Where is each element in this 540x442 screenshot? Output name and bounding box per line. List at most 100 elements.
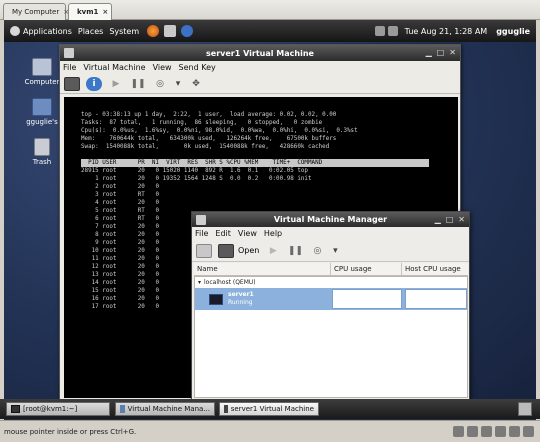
host-status-bar: mouse pointer inside or press Ctrl+G. xyxy=(0,420,540,442)
cdrom-icon[interactable] xyxy=(467,426,478,437)
dropdown-icon[interactable]: ▾ xyxy=(174,77,182,91)
open-vm-icon xyxy=(218,243,234,258)
guest-screen[interactable]: Applications Places System Tue Aug 21, 1… xyxy=(4,20,536,422)
desktop-icon-label: Trash xyxy=(32,158,52,166)
top-summary-line: Mem: 760644k total, 634300k used, 126264… xyxy=(81,136,337,142)
vm-manager-icon xyxy=(120,405,125,413)
maximize-icon[interactable]: □ xyxy=(446,215,454,224)
console-icon[interactable] xyxy=(64,76,80,91)
taskbar-label: [root@kvm1:~] xyxy=(23,405,78,413)
maximize-icon[interactable]: □ xyxy=(437,48,445,57)
window-menu-icon[interactable] xyxy=(64,48,74,58)
column-cpu-usage[interactable]: CPU usage xyxy=(331,263,402,275)
menu-view[interactable]: View xyxy=(153,63,172,72)
vm-list-header: Name CPU usage Host CPU usage xyxy=(194,263,468,276)
pause-icon[interactable]: ❚❚ xyxy=(287,244,303,258)
system-menu[interactable]: System xyxy=(109,27,139,36)
desktop-icon-label: gguglie's xyxy=(26,118,58,126)
cpu-usage-graph xyxy=(332,289,402,309)
mail-icon[interactable] xyxy=(164,25,177,37)
screenshot-root: My Computer × kvm1 × Applications Places… xyxy=(0,0,540,442)
user-menu[interactable]: gguglie xyxy=(496,27,530,36)
desktop-icon-home[interactable]: gguglie's xyxy=(22,98,62,126)
menu-help[interactable]: Help xyxy=(264,229,282,238)
fullscreen-icon[interactable]: ✥ xyxy=(188,77,204,91)
status-text: mouse pointer inside or press Ctrl+G. xyxy=(4,427,137,436)
taskbar-label: server1 Virtual Machine xyxy=(230,405,314,413)
desktop-icon-computer[interactable]: Computer xyxy=(22,58,62,86)
play-icon[interactable]: ▶ xyxy=(108,77,124,91)
vm-manager-window[interactable]: Virtual Machine Manager ▁ □ ✕ File Edit … xyxy=(191,211,470,401)
top-column-header: PID USER PR NI VIRT RES SHR S %CPU %MEM … xyxy=(81,159,429,167)
help-icon[interactable] xyxy=(181,25,194,37)
guest-top-panel: Applications Places System Tue Aug 21, 1… xyxy=(4,20,536,42)
tab-kvm1[interactable]: kvm1 × xyxy=(68,3,112,20)
network-icon[interactable] xyxy=(481,426,492,437)
window-title: Virtual Machine Manager xyxy=(273,215,388,224)
pause-icon[interactable]: ❚❚ xyxy=(130,77,146,91)
expander-icon[interactable]: ▾ xyxy=(198,279,201,286)
dropdown-icon[interactable]: ▾ xyxy=(331,244,339,258)
show-desktop-icon[interactable] xyxy=(518,402,532,416)
gnome-foot-icon xyxy=(10,26,20,36)
column-name[interactable]: Name xyxy=(194,263,331,275)
vm-menubar: File Virtual Machine View Send Key xyxy=(60,61,460,74)
vm-row-server1[interactable]: server1 Running xyxy=(195,288,467,310)
firefox-icon[interactable] xyxy=(147,25,160,37)
play-icon[interactable]: ▶ xyxy=(265,244,281,258)
desktop-icon-trash[interactable]: Trash xyxy=(22,138,62,166)
close-icon[interactable]: ✕ xyxy=(449,48,456,57)
tab-my-computer[interactable]: My Computer × xyxy=(3,3,69,20)
disk-icon[interactable] xyxy=(453,426,464,437)
places-menu[interactable]: Places xyxy=(78,27,103,36)
top-process-row: 2 root 20 0 xyxy=(81,184,160,190)
menu-view[interactable]: View xyxy=(238,229,257,238)
minimize-icon[interactable]: ▁ xyxy=(435,215,441,224)
power-icon[interactable]: ◎ xyxy=(152,77,168,91)
usb-icon[interactable] xyxy=(495,426,506,437)
info-icon[interactable]: i xyxy=(86,76,102,91)
close-icon[interactable]: ✕ xyxy=(458,215,465,224)
window-controls: ▁ □ ✕ xyxy=(435,215,465,224)
menu-edit[interactable]: Edit xyxy=(215,229,231,238)
system-label: System xyxy=(109,26,140,36)
menu-file[interactable]: File xyxy=(63,63,76,72)
host-label: localhost (QEMU) xyxy=(204,279,256,286)
tab-label: kvm1 xyxy=(77,8,99,16)
sound-icon[interactable] xyxy=(509,426,520,437)
taskbar-item-terminal[interactable]: [root@kvm1:~] xyxy=(6,402,110,416)
host-connection-row[interactable]: ▾ localhost (QEMU) xyxy=(195,277,467,288)
terminal-icon xyxy=(11,405,20,413)
menu-send-key[interactable]: Send Key xyxy=(179,63,216,72)
launcher-group xyxy=(147,25,194,37)
top-process-row: 28915 root 20 0 15020 1140 892 R 1.6 0.1… xyxy=(81,168,308,174)
tab-label: My Computer xyxy=(12,8,60,16)
vm-status-icon[interactable] xyxy=(523,426,534,437)
tray-group: Tue Aug 21, 1:28 AM gguglie xyxy=(374,26,536,36)
vm-list[interactable]: ▾ localhost (QEMU) server1 Running xyxy=(194,276,468,398)
host-taskbar: [root@kvm1:~] Virtual Machine Mana... se… xyxy=(0,399,540,419)
top-summary-line: top - 03:38:13 up 1 day, 2:22, 1 user, l… xyxy=(81,112,337,118)
vm-name: server1 xyxy=(228,291,254,298)
vm-window-titlebar[interactable]: server1 Virtual Machine ▁ □ ✕ xyxy=(60,45,460,61)
applications-menu[interactable]: Applications xyxy=(10,26,72,36)
top-summary-line: Tasks: 87 total, 1 running, 86 sleeping,… xyxy=(81,120,323,126)
menu-file[interactable]: File xyxy=(195,229,208,238)
window-menu-icon[interactable] xyxy=(196,215,206,225)
taskbar-item-vm-manager[interactable]: Virtual Machine Mana... xyxy=(115,402,215,416)
status-icons xyxy=(453,426,534,437)
new-vm-icon[interactable] xyxy=(196,243,212,258)
power-icon[interactable]: ◎ xyxy=(309,244,325,258)
volume-icon[interactable] xyxy=(387,26,398,36)
network-icon[interactable] xyxy=(374,26,385,36)
close-icon[interactable]: × xyxy=(102,8,108,16)
open-button[interactable]: Open xyxy=(238,246,259,255)
taskbar-item-vm-console[interactable]: server1 Virtual Machine xyxy=(219,402,319,416)
vm-console-icon xyxy=(224,405,228,413)
menu-virtual-machine[interactable]: Virtual Machine xyxy=(83,63,145,72)
minimize-icon[interactable]: ▁ xyxy=(426,48,432,57)
vmm-titlebar[interactable]: Virtual Machine Manager ▁ □ ✕ xyxy=(192,212,469,227)
top-process-row: 1 root 20 0 19352 1564 1248 S 0.0 0.2 0:… xyxy=(81,176,312,182)
column-host-cpu-usage[interactable]: Host CPU usage xyxy=(402,263,468,275)
clock[interactable]: Tue Aug 21, 1:28 AM xyxy=(405,27,488,36)
